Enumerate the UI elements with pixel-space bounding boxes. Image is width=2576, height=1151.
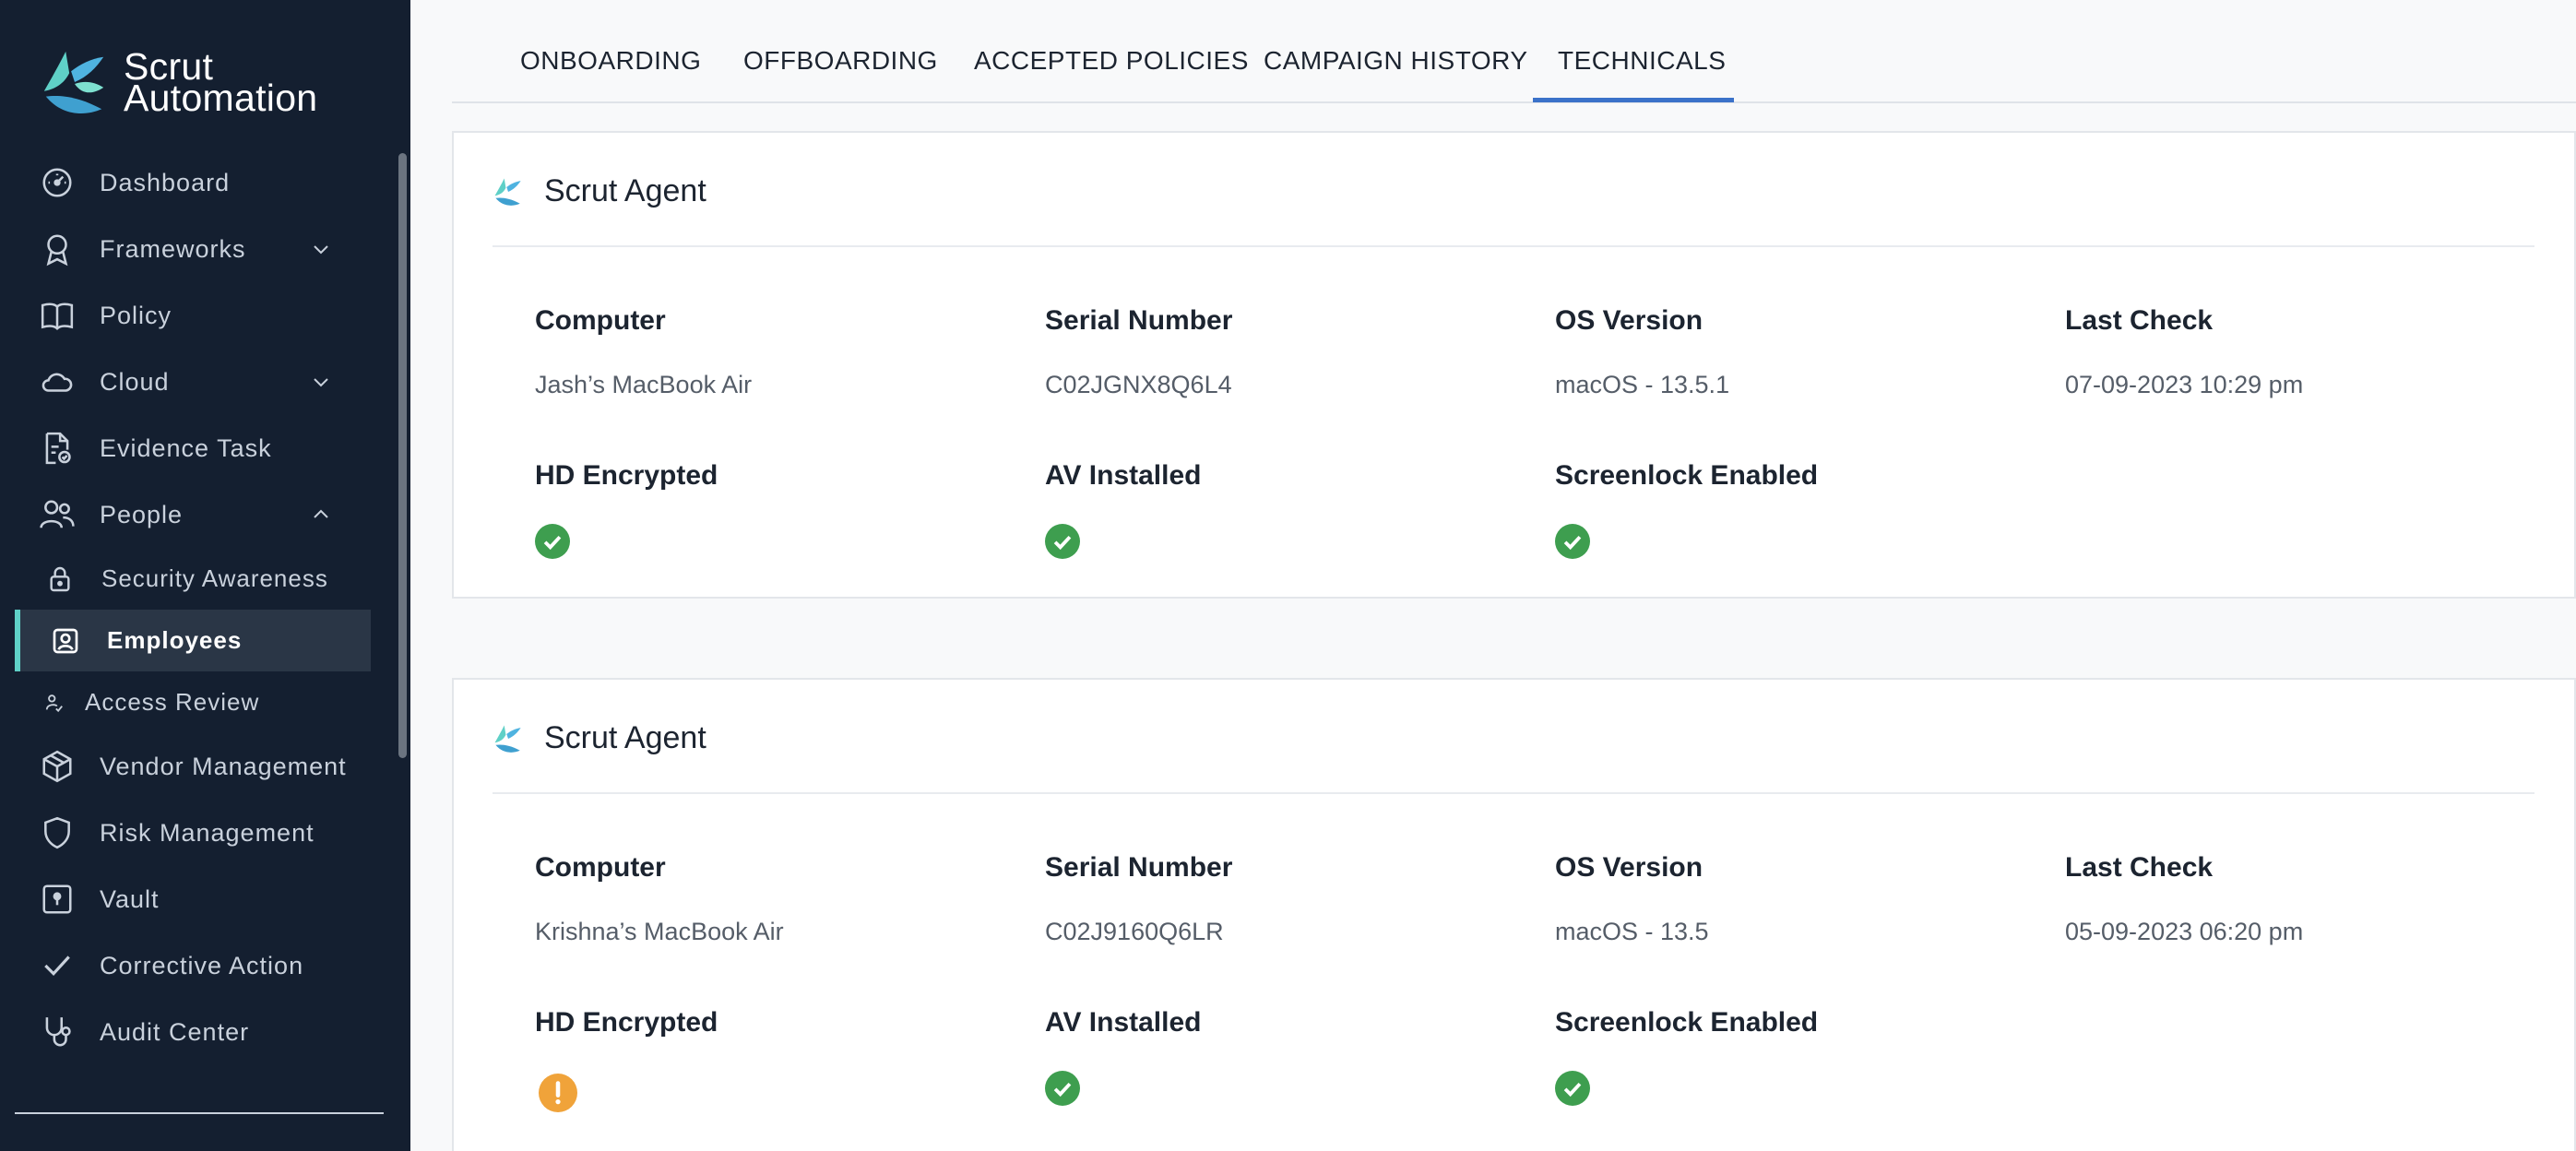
- scrut-logo[interactable]: Scrut Automation: [39, 46, 317, 118]
- hd-encrypted-label: HD Encrypted: [535, 460, 718, 491]
- tab-bar: ONBOARDING OFFBOARDING ACCEPTED POLICIES…: [452, 0, 2576, 103]
- sidebar-item-label: Policy: [100, 301, 172, 329]
- av-installed-label: AV Installed: [1045, 460, 1202, 491]
- tab-onboarding[interactable]: ONBOARDING: [520, 46, 701, 76]
- dashboard-icon: [39, 164, 76, 201]
- check-circle-icon: [1555, 524, 1590, 559]
- shield-icon: [39, 814, 76, 851]
- serial-number-label: Serial Number: [1045, 305, 1233, 336]
- sidebar-item-vendor-management[interactable]: Vendor Management: [0, 733, 387, 800]
- tab-campaign-history[interactable]: CAMPAIGN HISTORY: [1264, 46, 1528, 76]
- scrut-agent-icon: [494, 725, 521, 753]
- evidence-icon: [39, 430, 76, 467]
- computer-label: Computer: [535, 305, 666, 336]
- tab-technicals[interactable]: TECHNICALS: [1558, 46, 1726, 76]
- access-review-icon: [44, 687, 65, 718]
- sidebar-item-label: People: [100, 500, 184, 528]
- tab-accepted-policies[interactable]: ACCEPTED POLICIES: [974, 46, 1249, 76]
- sidebar: Scrut Automation Dashboard Frameworks Po…: [0, 0, 410, 1151]
- brand-line2: Automation: [124, 77, 318, 119]
- chevron-down-icon[interactable]: [310, 371, 332, 393]
- check-circle-icon: [1045, 1071, 1080, 1106]
- serial-number-label: Serial Number: [1045, 852, 1233, 883]
- sidebar-item-people[interactable]: People: [0, 481, 387, 548]
- sidebar-scrollbar[interactable]: [398, 153, 407, 758]
- last-check-label: Last Check: [2065, 305, 2214, 336]
- lock-icon: [44, 564, 76, 595]
- sidebar-item-label: Corrective Action: [100, 951, 304, 979]
- scrut-agent-icon: [494, 178, 521, 206]
- check-icon: [39, 947, 76, 984]
- screenlock-enabled-label: Screenlock Enabled: [1555, 1007, 1819, 1038]
- card-header: Scrut Agent: [493, 720, 706, 756]
- box-icon: [39, 748, 76, 785]
- check-circle-icon: [1045, 524, 1080, 559]
- av-installed-label: AV Installed: [1045, 1007, 1202, 1038]
- sidebar-item-label: Frameworks: [100, 234, 246, 263]
- last-check-value: 05-09-2023 06:20 pm: [2065, 918, 2304, 945]
- os-version-value: macOS - 13.5: [1555, 918, 1709, 945]
- check-circle-icon: [1555, 1071, 1590, 1106]
- agent-card: Scrut Agent Computer Serial Number OS Ve…: [452, 678, 2576, 1151]
- sidebar-item-label: Dashboard: [100, 168, 231, 196]
- sidebar-item-label: Employees: [107, 626, 243, 654]
- sidebar-item-security-awareness[interactable]: Security Awareness: [0, 548, 387, 610]
- agent-card: Scrut Agent Computer Serial Number OS Ve…: [452, 131, 2576, 599]
- sidebar-item-vault[interactable]: Vault: [0, 866, 387, 932]
- user-badge-icon: [50, 625, 81, 657]
- sidebar-item-label: Vendor Management: [100, 752, 347, 780]
- sidebar-item-employees[interactable]: Employees: [15, 610, 371, 671]
- sidebar-item-label: Security Awareness: [101, 564, 328, 592]
- computer-label: Computer: [535, 852, 666, 883]
- card-title: Scrut Agent: [544, 720, 706, 755]
- scrut-logo-icon: [43, 51, 104, 114]
- computer-value: Krishna’s MacBook Air: [535, 918, 784, 945]
- sidebar-item-risk-management[interactable]: Risk Management: [0, 800, 387, 866]
- computer-value: Jash’s MacBook Air: [535, 371, 753, 398]
- sidebar-item-cloud[interactable]: Cloud: [0, 349, 387, 415]
- sidebar-item-frameworks[interactable]: Frameworks: [0, 216, 387, 282]
- active-tab-indicator: [1533, 98, 1734, 102]
- sidebar-item-corrective-action[interactable]: Corrective Action: [0, 932, 387, 999]
- warning-circle-icon: [539, 1074, 577, 1112]
- last-check-value: 07-09-2023 10:29 pm: [2065, 371, 2304, 398]
- brand-name: Scrut Automation: [124, 48, 318, 119]
- award-icon: [39, 231, 76, 267]
- book-icon: [39, 297, 76, 334]
- sidebar-item-access-review[interactable]: Access Review: [0, 671, 387, 733]
- people-icon: [39, 496, 76, 533]
- sidebar-item-dashboard[interactable]: Dashboard: [0, 149, 387, 216]
- os-version-label: OS Version: [1555, 852, 1703, 883]
- screenlock-enabled-label: Screenlock Enabled: [1555, 460, 1819, 491]
- card-divider: [493, 245, 2534, 247]
- sidebar-item-label: Cloud: [100, 367, 170, 396]
- sidebar-item-policy[interactable]: Policy: [0, 282, 387, 349]
- card-title: Scrut Agent: [544, 173, 706, 208]
- stethoscope-icon: [39, 1014, 76, 1050]
- card-divider: [493, 792, 2534, 794]
- main-content: ONBOARDING OFFBOARDING ACCEPTED POLICIES…: [410, 0, 2576, 1151]
- sidebar-item-label: Evidence Task: [100, 433, 272, 462]
- hd-encrypted-label: HD Encrypted: [535, 1007, 718, 1038]
- serial-number-value: C02J9160Q6LR: [1045, 918, 1224, 945]
- last-check-label: Last Check: [2065, 852, 2214, 883]
- sidebar-item-label: Risk Management: [100, 818, 315, 847]
- chevron-up-icon[interactable]: [310, 504, 332, 526]
- sidebar-item-label: Access Review: [85, 688, 260, 716]
- os-version-value: macOS - 13.5.1: [1555, 371, 1730, 398]
- sidebar-item-evidence-task[interactable]: Evidence Task: [0, 415, 387, 481]
- cloud-icon: [39, 363, 76, 400]
- sidebar-item-label: Vault: [100, 884, 160, 913]
- tab-offboarding[interactable]: OFFBOARDING: [743, 46, 938, 76]
- serial-number-value: C02JGNX8Q6L4: [1045, 371, 1232, 398]
- chevron-down-icon[interactable]: [310, 238, 332, 260]
- vault-icon: [39, 881, 76, 918]
- check-circle-icon: [535, 524, 570, 559]
- sidebar-nav: Dashboard Frameworks Policy Cloud Eviden…: [0, 149, 387, 1065]
- sidebar-item-audit-center[interactable]: Audit Center: [0, 999, 387, 1065]
- sidebar-divider: [15, 1112, 384, 1114]
- card-header: Scrut Agent: [493, 173, 706, 209]
- os-version-label: OS Version: [1555, 305, 1703, 336]
- sidebar-item-label: Audit Center: [100, 1017, 250, 1046]
